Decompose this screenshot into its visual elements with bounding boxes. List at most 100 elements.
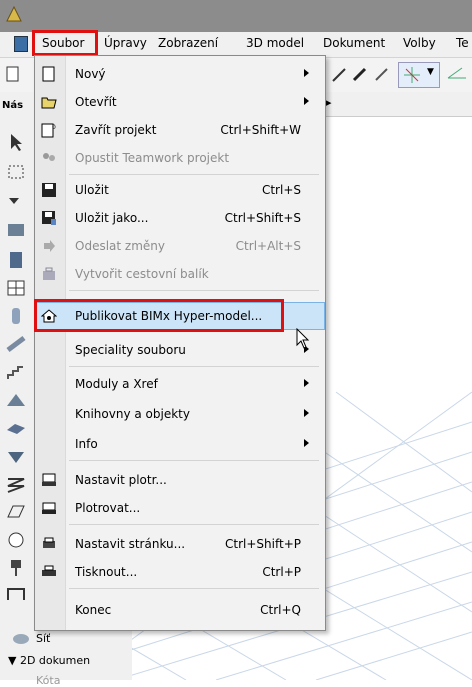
menu-item-label: Nový (75, 67, 106, 81)
menu-item-label: Vytvořit cestovní balík (75, 267, 209, 281)
shell-tool-icon[interactable] (5, 446, 27, 466)
menu-te[interactable]: Te (456, 36, 469, 50)
menu-item-file-special[interactable]: Speciality souboru (35, 336, 325, 364)
close-project-icon: 0 (41, 123, 56, 138)
plotter-icon (42, 502, 56, 514)
toolbox-title: Nás (2, 100, 24, 111)
submenu-arrow-icon (304, 439, 309, 447)
highlight-soubor (32, 30, 98, 56)
menu-item-plotter-setup[interactable]: Nastavit plotr... (35, 466, 325, 494)
chevron-down-icon: ▼ (427, 67, 434, 77)
svg-text:0: 0 (52, 124, 56, 131)
curtain-wall-tool-icon[interactable] (5, 474, 27, 494)
menu-3d-model[interactable]: 3D model (246, 36, 304, 50)
page-setup-icon (43, 537, 55, 548)
menu-item-label: Info (75, 437, 98, 451)
slab-tool-icon[interactable] (5, 418, 27, 438)
lamp-tool-icon[interactable] (5, 558, 27, 578)
menu-item-label: Publikovat BIMx Hyper-model... (75, 309, 263, 323)
eyedropper-icon[interactable] (350, 64, 370, 84)
document-icon[interactable] (14, 36, 28, 52)
menu-item-shortcut: Ctrl+P (262, 565, 301, 579)
menu-item-label: Zavřít projekt (75, 123, 157, 137)
object-tool-icon[interactable] (5, 530, 27, 550)
archicad-logo-icon (6, 6, 22, 22)
door-tool-icon[interactable] (5, 250, 27, 270)
menu-separator (69, 460, 319, 461)
wall-tool-icon[interactable] (5, 220, 27, 240)
menu-item-label: Plotrovat... (75, 501, 141, 515)
group-2d-document[interactable]: ▼ 2D dokumen (8, 654, 90, 667)
menu-zobrazeni[interactable]: Zobrazení (158, 36, 218, 50)
tool-dimension-label[interactable]: Kóta (36, 674, 60, 687)
mouse-cursor-icon (296, 328, 310, 349)
mesh-icon[interactable] (12, 632, 30, 646)
roof-tool-icon[interactable] (5, 390, 27, 410)
menu-item-exit[interactable]: Konec Ctrl+Q (35, 596, 325, 624)
menu-item-shortcut: Ctrl+Alt+S (235, 239, 301, 253)
menu-item-shortcut: Ctrl+Shift+W (220, 123, 301, 137)
menu-item-close-project[interactable]: 0 Zavřít projekt Ctrl+Shift+W (35, 116, 325, 144)
snap-dropdown[interactable]: ▼ (398, 62, 440, 88)
menu-separator (69, 524, 319, 525)
menu-item-print[interactable]: Tisknout... Ctrl+P (35, 558, 325, 586)
file-menu: Nový Otevřít 0 Zavřít projekt Ctrl+Shift… (34, 55, 326, 631)
menu-upravy[interactable]: Úpravy (104, 36, 147, 50)
menu-item-save-as[interactable]: Uložit jako... Ctrl+Shift+S (35, 204, 325, 232)
stair-tool-icon[interactable] (5, 362, 27, 382)
beam-tool-icon[interactable] (5, 334, 27, 354)
menu-dokument[interactable]: Dokument (323, 36, 385, 50)
plotter-setup-icon (42, 473, 56, 486)
snap-grid-icon (404, 67, 420, 83)
morph-tool-icon[interactable] (5, 502, 27, 522)
menu-item-label: Odeslat změny (75, 239, 165, 253)
new-document-icon (42, 66, 55, 82)
menu-item-label: Knihovny a objekty (75, 407, 190, 421)
menu-item-page-setup[interactable]: Nastavit stránku... Ctrl+Shift+P (35, 530, 325, 558)
menu-item-new[interactable]: Nový (35, 60, 325, 88)
arrow-tool-icon[interactable] (5, 132, 27, 152)
menu-separator (69, 290, 319, 291)
angle-snap-icon[interactable] (446, 64, 468, 84)
menu-item-modules-xref[interactable]: Moduly a Xref (35, 370, 325, 398)
new-file-icon[interactable] (6, 66, 20, 82)
menu-item-label: Tisknout... (75, 565, 138, 579)
tool-mesh-label[interactable]: Síť (36, 632, 50, 645)
menu-item-create-travel-pack[interactable]: Vytvořit cestovní balík (35, 260, 325, 288)
menu-separator (69, 174, 319, 175)
submenu-arrow-icon (304, 97, 309, 105)
save-floppy-icon (42, 183, 56, 197)
menu-volby[interactable]: Volby (403, 36, 436, 50)
menu-item-publish-bimx[interactable]: Publikovat BIMx Hyper-model... (35, 302, 325, 330)
menu-separator (69, 366, 319, 367)
teamwork-icon (43, 153, 55, 161)
menu-item-label: Uložit jako... (75, 211, 149, 225)
submenu-arrow-icon (304, 379, 309, 387)
column-tool-icon[interactable] (5, 306, 27, 326)
design-group-toggle-icon[interactable] (5, 192, 27, 212)
menu-item-info[interactable]: Info (35, 430, 325, 458)
menu-item-label: Nastavit plotr... (75, 473, 167, 487)
menu-item-leave-teamwork[interactable]: Opustit Teamwork projekt (35, 144, 325, 172)
travel-pack-icon (43, 267, 55, 280)
send-arrow-icon (44, 240, 55, 252)
marquee-tool-icon[interactable] (5, 162, 27, 182)
toolbox-panel: Nás (0, 92, 37, 680)
menu-item-open[interactable]: Otevřít (35, 88, 325, 116)
menu-item-label: Konec (75, 603, 112, 617)
save-as-icon (42, 211, 56, 225)
menu-item-label: Speciality souboru (75, 343, 186, 357)
menu-item-libraries-objects[interactable]: Knihovny a objekty (35, 400, 325, 428)
menu-item-label: Otevřít (75, 95, 117, 109)
inject-icon[interactable] (372, 64, 392, 84)
menu-item-label: Uložit (75, 183, 109, 197)
printer-icon (42, 565, 56, 576)
menu-item-send-changes[interactable]: Odeslat změny Ctrl+Alt+S (35, 232, 325, 260)
title-bar (0, 0, 472, 32)
magic-wand-icon[interactable] (330, 64, 350, 84)
ruler-marker: ▸ (326, 96, 332, 109)
menu-item-shortcut: Ctrl+Shift+S (224, 211, 301, 225)
window-tool-icon[interactable] (5, 278, 27, 298)
menu-item-save[interactable]: Uložit Ctrl+S (35, 176, 325, 204)
menu-item-plot[interactable]: Plotrovat... (35, 494, 325, 522)
